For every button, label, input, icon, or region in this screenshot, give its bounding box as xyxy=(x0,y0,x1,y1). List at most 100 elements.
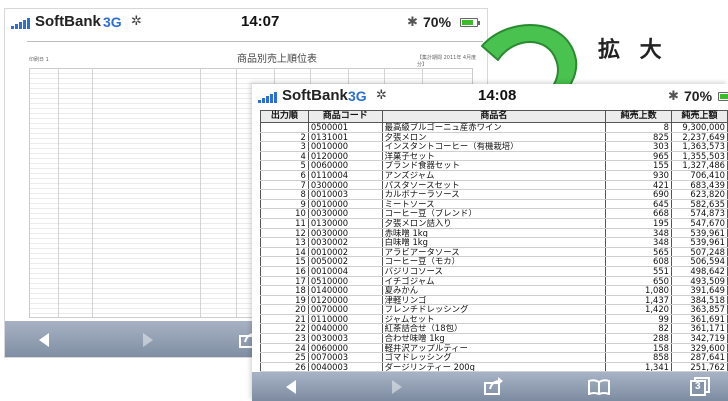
cell-rank: 23 xyxy=(260,333,309,344)
cell-name: 夕張メロン詰入り xyxy=(381,218,607,229)
cell-rank: 2 xyxy=(260,132,309,143)
cell-name: ジャムセット xyxy=(381,314,607,325)
col-header-amount: 純売上額 xyxy=(671,110,728,123)
cell-amount: 547,670 xyxy=(671,218,728,229)
cell-code: 0010002 xyxy=(307,247,383,258)
cell-code: 0060000 xyxy=(307,343,383,354)
sales-ranking-table[interactable]: 出力順 商品コード 商品名 純売上数 純売上額 0500001 最高級ブルゴーニュ… xyxy=(260,110,728,392)
cell-rank xyxy=(260,122,309,133)
cell-amount: 582,635 xyxy=(671,199,728,210)
cell-code: 0010000 xyxy=(307,141,383,152)
cell-amount: 574,873 xyxy=(671,208,728,219)
cell-name: バジリコソース xyxy=(381,266,607,277)
cell-rank: 3 xyxy=(260,141,309,152)
cell-qty: 565 xyxy=(605,247,672,258)
network-label: 3G xyxy=(348,88,367,104)
cell-code: 0120000 xyxy=(307,151,383,162)
cell-name: コーヒー豆（ブレンド） xyxy=(381,208,607,219)
cell-amount: 2,237,649 xyxy=(671,132,728,143)
cell-name: ダージリンティー 200g xyxy=(381,362,607,373)
cell-qty: 965 xyxy=(605,151,672,162)
table-row: 14 0010002 アラビアータソース 565 507,248 xyxy=(260,247,728,258)
cell-amount: 1,327,486 xyxy=(671,160,728,171)
cell-qty: 825 xyxy=(605,132,672,143)
table-row: 16 0010004 バジリコソース 551 498,642 xyxy=(260,266,728,277)
cell-amount: 384,518 xyxy=(671,295,728,306)
back-icon[interactable] xyxy=(286,380,296,394)
cell-name: ブランド食器セット xyxy=(381,160,607,171)
battery-percent: 70% xyxy=(423,14,452,30)
bluetooth-icon: ✱ xyxy=(407,15,418,30)
cell-amount: 363,857 xyxy=(671,304,728,315)
cell-amount: 506,594 xyxy=(671,256,728,267)
table-row: 17 0510000 イチゴジャム 650 493,509 xyxy=(260,276,728,287)
table-row: 9 0010000 ミートソース 645 582,635 xyxy=(260,199,728,210)
cell-amount: 361,171 xyxy=(671,323,728,335)
cell-code: 0300000 xyxy=(307,180,383,191)
table-row: 7 0300000 パスタソースセット 421 683,439 xyxy=(260,180,728,191)
table-row: 12 0030000 赤味噌 1kg 348 539,961 xyxy=(260,228,728,239)
cell-amount: 539,961 xyxy=(671,237,728,248)
tabs-icon[interactable]: 3 xyxy=(690,377,710,400)
sales-table-body: 0500001 最高級ブルゴーニュ産赤ワイン 8 9,300,000 2 0131001 夕… xyxy=(260,122,728,392)
cell-rank: 26 xyxy=(260,362,309,373)
cell-name: アラビアータソース xyxy=(381,247,607,258)
cell-code: 0500001 xyxy=(307,122,383,133)
cell-rank: 7 xyxy=(260,180,309,191)
forward-icon[interactable] xyxy=(392,380,402,394)
cell-amount: 361,691 xyxy=(671,314,728,325)
cell-code: 0060000 xyxy=(307,160,383,171)
bluetooth-icon: ✱ xyxy=(668,89,679,104)
cell-amount: 539,961 xyxy=(671,228,728,239)
table-row: 11 0130000 夕張メロン詰入り 195 547,670 xyxy=(260,218,728,229)
share-icon[interactable] xyxy=(484,377,504,399)
comparison-stage: SoftBank 3G ✲ 14:07 ✱ 70% 印刷日 1 商品別売上順位表… xyxy=(0,0,728,401)
cell-amount: 1,363,573 xyxy=(671,141,728,152)
cell-rank: 22 xyxy=(260,323,309,335)
activity-icon: ✲ xyxy=(131,14,142,29)
cell-qty: 155 xyxy=(605,160,672,171)
battery-icon xyxy=(718,92,728,101)
cell-qty: 1,341 xyxy=(605,362,672,373)
cell-amount: 9,300,000 xyxy=(671,122,728,133)
back-icon[interactable] xyxy=(39,333,49,347)
cell-name: ミートソース xyxy=(381,199,607,210)
cell-name: 紅茶詰合せ（18包） xyxy=(381,323,607,335)
cell-code: 0110004 xyxy=(307,170,383,181)
cell-rank: 16 xyxy=(260,266,309,277)
cell-code: 0010003 xyxy=(307,189,383,200)
table-row: 26 0040003 ダージリンティー 200g 1,341 251,762 xyxy=(260,362,728,373)
bookmarks-icon[interactable] xyxy=(588,379,610,399)
col-header-qty: 純売上数 xyxy=(605,110,672,123)
cell-code: 0510000 xyxy=(307,276,383,287)
cell-amount: 287,641 xyxy=(671,352,728,363)
cell-qty: 1,437 xyxy=(605,295,672,306)
cell-qty: 1,420 xyxy=(605,304,672,315)
cell-amount: 391,649 xyxy=(671,285,728,296)
carrier-label: SoftBank xyxy=(282,87,348,104)
battery-percent: 70% xyxy=(684,88,713,104)
clock: 14:07 xyxy=(241,13,280,30)
table-row: 19 0120000 津軽リンゴ 1,437 384,518 xyxy=(260,295,728,306)
cell-qty: 645 xyxy=(605,199,672,210)
table-row: 20 0070000 フレンチドレッシング 1,420 363,857 xyxy=(260,304,728,315)
cell-code: 0040003 xyxy=(307,362,383,373)
cell-name: 白味噌 1kg xyxy=(381,237,607,248)
cell-qty: 8 xyxy=(605,122,672,133)
table-row: 3 0010000 インスタントコーヒー（有機栽培） 303 1,363,573 xyxy=(260,141,728,152)
tabs-count: 3 xyxy=(695,381,701,392)
cell-code: 0030000 xyxy=(307,228,383,239)
cell-name: 洋菓子セット xyxy=(381,151,607,162)
signal-icon xyxy=(258,92,280,103)
cell-name: 夏みかん xyxy=(381,285,607,296)
cell-rank: 8 xyxy=(260,189,309,200)
cell-name: インスタントコーヒー（有機栽培） xyxy=(381,141,607,152)
cell-qty: 650 xyxy=(605,276,672,287)
cell-rank: 14 xyxy=(260,247,309,258)
cell-rank: 6 xyxy=(260,170,309,181)
cell-code: 0140000 xyxy=(307,285,383,296)
cell-code: 0010000 xyxy=(307,199,383,210)
forward-icon[interactable] xyxy=(143,333,153,347)
report-title: 商品別売上順位表 xyxy=(237,54,317,65)
cell-amount: 329,600 xyxy=(671,343,728,354)
